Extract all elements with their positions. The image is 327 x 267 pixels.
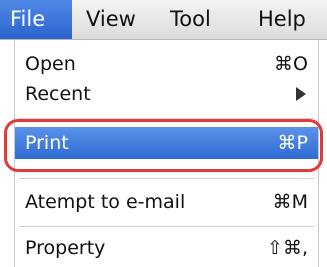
menu-item-print-label: Print xyxy=(25,132,69,154)
submenu-arrow-icon xyxy=(296,87,306,101)
menu-item-print[interactable]: Print ⌘P xyxy=(15,127,318,159)
file-dropdown-menu: Open ⌘O Recent Print ⌘P Atempt to e-mail… xyxy=(14,40,319,267)
menu-item-property-label: Property xyxy=(25,237,106,259)
menu-tool[interactable]: Tool xyxy=(160,0,232,39)
menu-item-open-label: Open xyxy=(25,53,76,75)
menu-separator xyxy=(19,178,314,179)
menu-item-email-shortcut: ⌘M xyxy=(272,191,308,213)
menu-file[interactable]: File xyxy=(0,0,72,39)
menu-bar: File View Tool Help xyxy=(0,0,327,40)
menu-separator xyxy=(19,118,314,119)
menu-item-property-shortcut: ⇧⌘, xyxy=(267,237,308,259)
menu-help[interactable]: Help xyxy=(248,0,326,39)
menu-item-email-label: Atempt to e-mail xyxy=(25,191,186,213)
menu-item-open[interactable]: Open ⌘O xyxy=(15,48,318,80)
menu-view[interactable]: View xyxy=(76,0,148,39)
menu-item-email[interactable]: Atempt to e-mail ⌘M xyxy=(15,186,318,218)
menu-item-recent[interactable]: Recent xyxy=(15,78,318,110)
menu-item-property[interactable]: Property ⇧⌘, xyxy=(15,232,318,264)
menu-item-recent-label: Recent xyxy=(25,83,91,105)
menu-separator xyxy=(19,226,314,227)
menu-item-open-shortcut: ⌘O xyxy=(274,53,308,75)
menu-item-print-shortcut: ⌘P xyxy=(277,132,308,154)
